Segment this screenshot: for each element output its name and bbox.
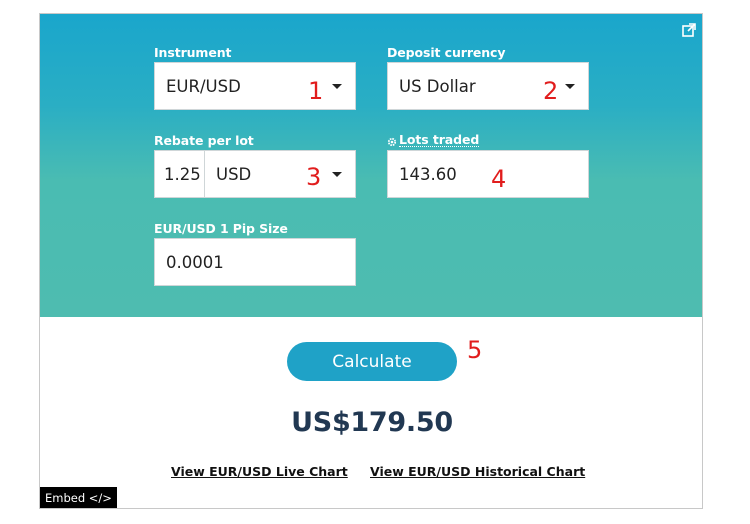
instrument-select[interactable]: EUR/USD: [154, 62, 356, 110]
lots-input[interactable]: 143.60: [387, 150, 589, 198]
chevron-down-icon: [565, 84, 575, 89]
calculate-button[interactable]: Calculate: [287, 342, 457, 381]
lots-value: 143.60: [399, 164, 457, 184]
instrument-value: EUR/USD: [166, 76, 241, 96]
pip-size-value: 0.0001: [166, 252, 224, 272]
deposit-currency-label: Deposit currency: [387, 45, 506, 60]
rebate-currency-select[interactable]: USD: [204, 150, 356, 198]
result-value: US$179.50: [291, 407, 453, 438]
instrument-label: Instrument: [154, 45, 232, 60]
annotation-4: 4: [491, 165, 507, 193]
rebate-label: Rebate per lot: [154, 133, 254, 148]
annotation-3: 3: [306, 163, 322, 191]
rebate-amount-input[interactable]: 1.25: [154, 150, 205, 198]
rebate-amount-value: 1.25: [164, 164, 201, 184]
annotation-1: 1: [308, 77, 324, 105]
embed-button[interactable]: Embed </>: [40, 487, 117, 508]
annotation-2: 2: [543, 77, 559, 105]
gear-icon: [387, 135, 397, 147]
lots-label[interactable]: Lots traded: [387, 133, 479, 147]
deposit-currency-value: US Dollar: [399, 76, 476, 96]
pip-size-label: EUR/USD 1 Pip Size: [154, 221, 288, 236]
external-link-icon[interactable]: [682, 22, 696, 37]
live-chart-link[interactable]: View EUR/USD Live Chart: [171, 464, 348, 479]
historical-chart-link[interactable]: View EUR/USD Historical Chart: [370, 464, 585, 479]
chevron-down-icon: [332, 172, 342, 177]
chevron-down-icon: [332, 84, 342, 89]
pip-size-input[interactable]: 0.0001: [154, 238, 356, 286]
lots-label-text: Lots traded: [399, 132, 480, 147]
annotation-5: 5: [467, 336, 483, 364]
rebate-currency-value: USD: [216, 164, 252, 184]
input-panel: Instrument EUR/USD 1 Deposit currency US…: [40, 14, 702, 317]
calculator-widget: Instrument EUR/USD 1 Deposit currency US…: [39, 13, 703, 509]
deposit-currency-select[interactable]: US Dollar: [387, 62, 589, 110]
